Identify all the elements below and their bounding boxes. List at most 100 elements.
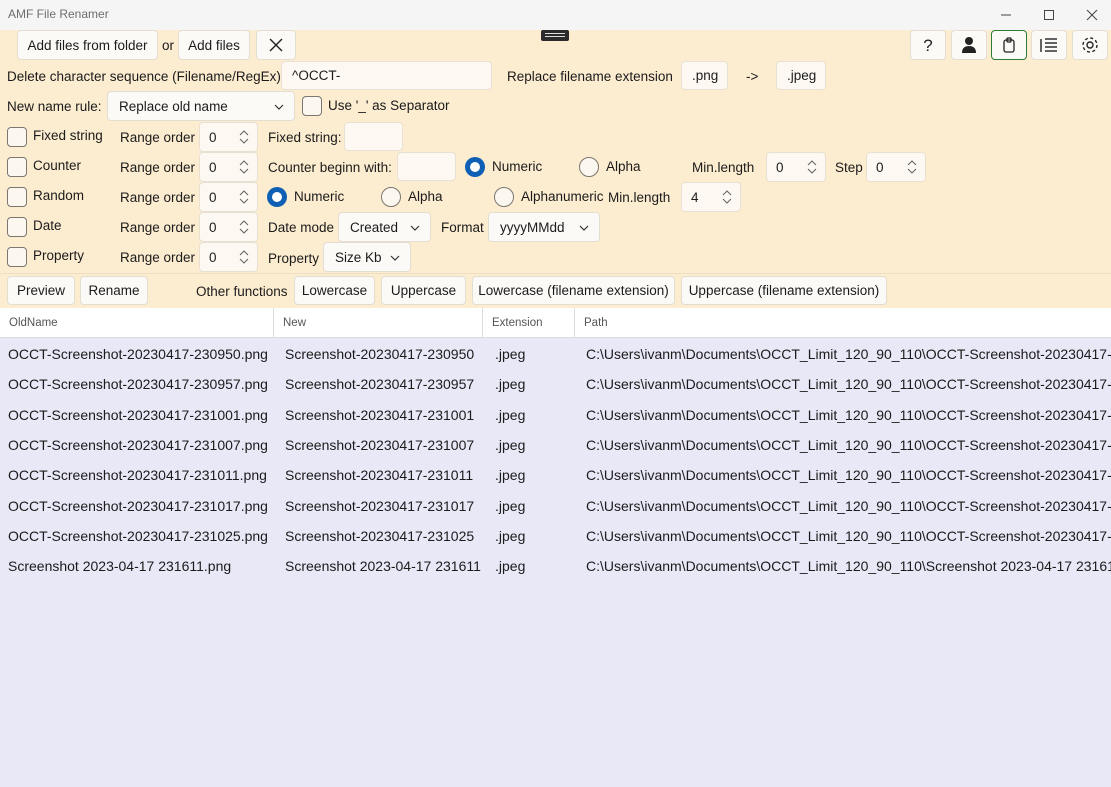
list-icon xyxy=(1040,38,1057,52)
table-row[interactable]: OCCT-Screenshot-20230417-231007.png Scree… xyxy=(0,430,1111,460)
clipboard-button[interactable] xyxy=(991,30,1027,60)
random-minlength-stepper[interactable]: 4 xyxy=(681,182,741,212)
list-button[interactable] xyxy=(1031,30,1067,60)
fixed-string-checkbox[interactable] xyxy=(7,127,27,147)
date-mode-select[interactable]: Created xyxy=(338,212,431,242)
extension-to-input[interactable]: .jpeg xyxy=(776,61,826,90)
counter-minlength-stepper[interactable]: 0 xyxy=(766,152,826,182)
cell-oldname: OCCT-Screenshot-20230417-231001.png xyxy=(8,406,268,423)
user-button[interactable] xyxy=(951,30,987,60)
cell-oldname: OCCT-Screenshot-20230417-230957.png xyxy=(8,376,268,393)
range-order-label: Range order xyxy=(120,250,196,265)
close-window-icon xyxy=(1086,9,1098,21)
cell-extension: .jpeg xyxy=(495,558,526,575)
table-header: OldName New Extension Path xyxy=(0,308,1111,338)
settings-panel: Add files from folder or Add files ? Del… xyxy=(0,30,1111,308)
extension-arrow-label: -> xyxy=(746,69,759,84)
chevron-down-icon xyxy=(579,225,589,231)
date-format-select[interactable]: yyyyMMdd xyxy=(488,212,600,242)
cell-path: C:\Users\ivanm\Documents\OCCT_Limit_120_… xyxy=(586,406,1111,423)
table-row[interactable]: OCCT-Screenshot-20230417-230950.png Scree… xyxy=(0,339,1111,369)
add-files-button[interactable]: Add files xyxy=(178,30,250,60)
preview-button[interactable]: Preview xyxy=(7,276,75,305)
table-row[interactable]: OCCT-Screenshot-20230417-231011.png Scree… xyxy=(0,460,1111,490)
title-bar: AMF File Renamer xyxy=(0,0,1111,30)
range-order-label: Range order xyxy=(120,130,196,145)
fixed-string-input[interactable] xyxy=(344,122,403,151)
delete-sequence-input[interactable]: ^OCCT- xyxy=(281,61,492,90)
table-row[interactable]: OCCT-Screenshot-20230417-231001.png Scree… xyxy=(0,400,1111,430)
property-range-order-stepper[interactable]: 0 xyxy=(199,242,258,272)
name-rule-label: New name rule: xyxy=(7,99,102,114)
replace-extension-label: Replace filename extension xyxy=(507,69,673,84)
name-rule-select[interactable]: Replace old name xyxy=(107,91,295,121)
property-checkbox[interactable] xyxy=(7,247,27,267)
help-icon: ? xyxy=(923,36,932,54)
random-range-order-stepper[interactable]: 0 xyxy=(199,182,258,212)
cell-new: Screenshot-20230417-230950 xyxy=(285,346,475,362)
counter-begin-input[interactable] xyxy=(397,152,456,181)
table-row[interactable]: OCCT-Screenshot-20230417-231017.png Scree… xyxy=(0,491,1111,521)
cell-extension: .jpeg xyxy=(495,376,526,393)
table-row[interactable]: Screenshot 2023-04-17 231611.png Screensh… xyxy=(0,551,1111,581)
uppercase-extension-button[interactable]: Uppercase (filename extension) xyxy=(681,276,887,305)
column-header-oldname[interactable]: OldName xyxy=(0,308,274,338)
counter-checkbox[interactable] xyxy=(7,157,27,177)
uppercase-button[interactable]: Uppercase xyxy=(381,276,466,305)
settings-button[interactable] xyxy=(1072,30,1108,60)
cell-oldname: OCCT-Screenshot-20230417-230950.png xyxy=(8,346,268,362)
stepper-value: 0 xyxy=(209,250,217,265)
stepper-arrows-icon xyxy=(807,160,817,174)
counter-numeric-radio[interactable] xyxy=(465,157,485,177)
range-order-label: Range order xyxy=(120,220,196,235)
maximize-icon xyxy=(1044,10,1054,20)
lowercase-button[interactable]: Lowercase xyxy=(294,276,375,305)
table-row[interactable]: OCCT-Screenshot-20230417-230957.png Scree… xyxy=(0,369,1111,399)
maximize-button[interactable] xyxy=(1029,4,1069,26)
counter-step-stepper[interactable]: 0 xyxy=(866,152,926,182)
help-button[interactable]: ? xyxy=(910,30,946,60)
date-format-value: yyyyMMdd xyxy=(500,220,565,235)
random-alphanumeric-radio[interactable] xyxy=(494,187,514,207)
extension-from-input[interactable]: .png xyxy=(681,61,728,90)
name-rule-value: Replace old name xyxy=(119,99,228,114)
cell-new: Screenshot 2023-04-17 231611 xyxy=(285,558,481,575)
column-header-new[interactable]: New xyxy=(274,308,483,338)
counter-alpha-radio[interactable] xyxy=(579,157,599,177)
random-alpha-label: Alpha xyxy=(408,189,443,204)
rename-button[interactable]: Rename xyxy=(80,276,148,305)
drag-handle[interactable] xyxy=(541,30,569,41)
property-select-label: Property xyxy=(268,251,320,266)
range-order-label: Range order xyxy=(120,190,196,205)
column-header-extension[interactable]: Extension xyxy=(483,308,575,338)
property-select[interactable]: Size Kb xyxy=(323,242,411,272)
counter-label: Counter xyxy=(33,158,82,173)
close-window-button[interactable] xyxy=(1072,4,1111,26)
random-numeric-radio[interactable] xyxy=(267,187,287,207)
date-mode-label: Date mode xyxy=(268,220,335,235)
counter-range-order-stepper[interactable]: 0 xyxy=(199,152,258,182)
range-order-label: Range order xyxy=(120,160,196,175)
stepper-value: 4 xyxy=(691,190,699,205)
cell-extension: .jpeg xyxy=(495,467,526,484)
column-header-path[interactable]: Path xyxy=(575,308,1111,338)
gear-icon xyxy=(1082,37,1098,53)
date-format-label: Format xyxy=(441,220,484,235)
stepper-arrows-icon xyxy=(722,190,732,204)
table-row[interactable]: OCCT-Screenshot-20230417-231025.png Scree… xyxy=(0,521,1111,551)
stepper-value: 0 xyxy=(209,160,217,175)
fixed-range-order-stepper[interactable]: 0 xyxy=(199,122,258,152)
date-range-order-stepper[interactable]: 0 xyxy=(199,212,258,242)
clear-list-button[interactable] xyxy=(256,30,296,60)
separator-checkbox[interactable] xyxy=(302,96,322,116)
minimize-button[interactable] xyxy=(986,4,1026,26)
stepper-arrows-icon xyxy=(239,190,249,204)
add-folder-button[interactable]: Add files from folder xyxy=(17,30,158,60)
cell-new: Screenshot-20230417-230957 xyxy=(285,376,475,393)
random-alpha-radio[interactable] xyxy=(381,187,401,207)
lowercase-extension-button[interactable]: Lowercase (filename extension) xyxy=(472,276,675,305)
random-checkbox[interactable] xyxy=(7,187,27,207)
date-mode-value: Created xyxy=(350,220,399,235)
stepper-value: 0 xyxy=(209,220,217,235)
date-checkbox[interactable] xyxy=(7,217,27,237)
